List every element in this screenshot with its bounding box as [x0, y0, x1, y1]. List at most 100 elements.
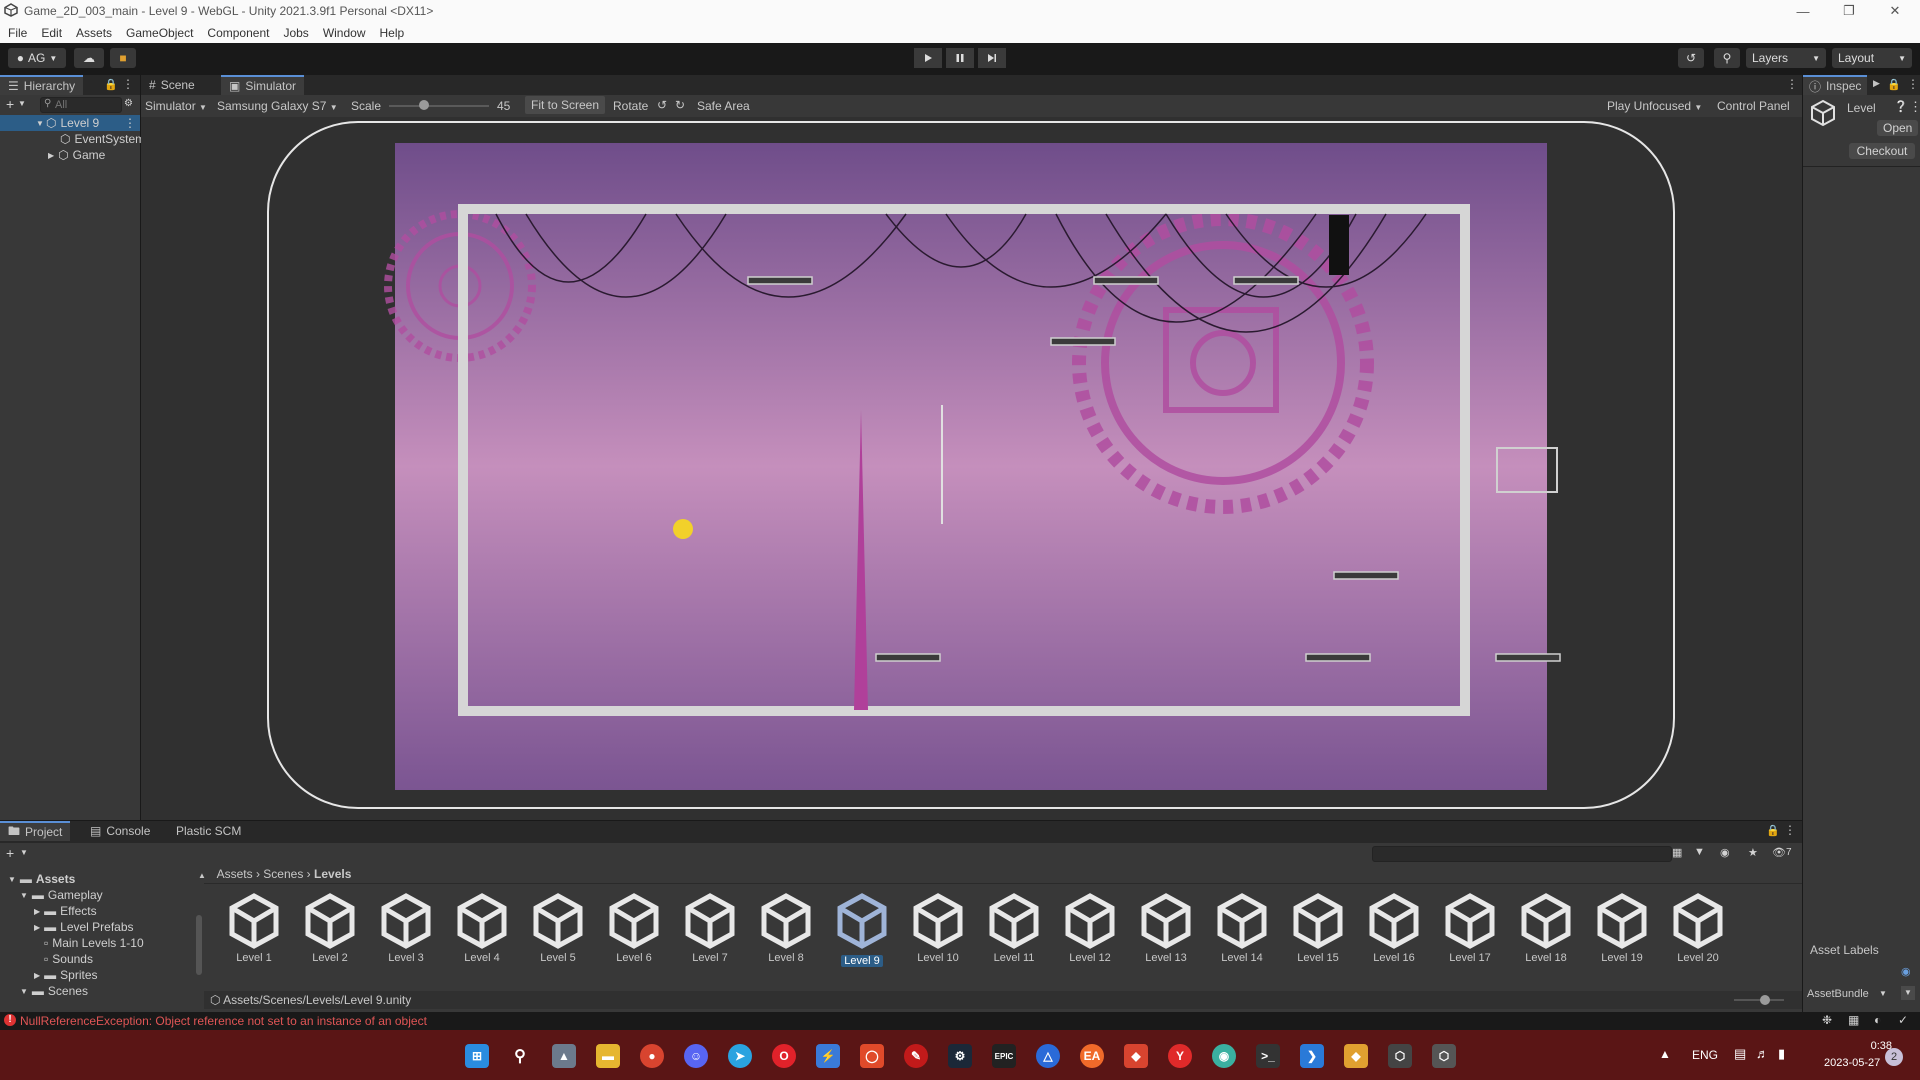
more-icon[interactable]: ⋮ [1786, 77, 1798, 91]
fit-to-screen-button[interactable]: Fit to Screen [525, 96, 606, 114]
cache-icon[interactable]: ▦ [1848, 1013, 1859, 1027]
scale-slider-thumb[interactable] [419, 100, 429, 110]
safe-area-toggle[interactable]: Safe Area [697, 99, 750, 113]
add-icon[interactable]: + [6, 96, 14, 112]
tree-item-effects[interactable]: ▶ ▬ Effects [34, 903, 97, 919]
discord-icon[interactable]: ☺ [684, 1044, 708, 1068]
app-icon[interactable]: ✎ [904, 1044, 928, 1068]
vscode-icon[interactable]: ❯ [1300, 1044, 1324, 1068]
layout-dropdown[interactable]: Layout ▼ [1832, 48, 1912, 68]
pause-button[interactable] [946, 48, 974, 68]
game-view[interactable] [266, 120, 1676, 823]
opera-icon[interactable]: O [772, 1044, 796, 1068]
account-dropdown[interactable]: ● AG ▼ [8, 48, 66, 68]
more-icon[interactable]: ⋮ [124, 116, 136, 130]
asset-item[interactable]: Level 15 [1284, 893, 1352, 964]
battery-icon[interactable]: ▮ [1778, 1046, 1785, 1062]
menu-help[interactable]: Help [380, 26, 405, 40]
clock-time[interactable]: 0:38 [1830, 1040, 1892, 1052]
chevron-down-icon[interactable]: ▼ [18, 99, 26, 108]
language-indicator[interactable]: ENG [1692, 1048, 1718, 1062]
tab-inspector[interactable]: ⓘ Inspec [1803, 75, 1868, 95]
tab-project[interactable]: 🖿 Project [0, 821, 71, 841]
tree-item-main-levels[interactable]: ▫ Main Levels 1-10 [44, 935, 144, 951]
tree-item-scenes[interactable]: ▼ ▬ Scenes [20, 983, 88, 999]
asset-item[interactable]: Level 11 [980, 893, 1048, 964]
chevron-down-icon[interactable]: ▼ [20, 987, 28, 996]
tree-item-sounds[interactable]: ▫ Sounds [44, 951, 93, 967]
more-icon[interactable]: ⋮ [1909, 99, 1920, 115]
hierarchy-search-input[interactable] [40, 97, 122, 113]
asset-item[interactable]: Level 5 [524, 893, 592, 964]
menu-assets[interactable]: Assets [76, 26, 112, 40]
asset-item[interactable]: Level 2 [296, 893, 364, 964]
rotate-right-icon[interactable]: ↻ [675, 98, 685, 112]
chevron-up-icon[interactable]: ▲ [1659, 1047, 1671, 1061]
lock-icon[interactable]: 🔒 [1887, 78, 1901, 91]
chevron-down-icon[interactable]: ▼ [36, 119, 44, 128]
app-icon[interactable]: △ [1036, 1044, 1060, 1068]
play-mode-dropdown[interactable]: Play Unfocused ▼ [1607, 99, 1702, 113]
tree-item-gameplay[interactable]: ▼ ▬ Gameplay [20, 887, 103, 903]
search-by-type-icon[interactable]: ▦ [1672, 846, 1682, 859]
tab-scene[interactable]: # Scene [141, 75, 203, 95]
launcher-icon[interactable]: ⚡ [816, 1044, 840, 1068]
chevron-down-icon[interactable]: ▼ [20, 848, 28, 857]
notification-badge[interactable]: 2 [1885, 1048, 1903, 1066]
epic-games-icon[interactable]: EPIC [992, 1044, 1016, 1068]
simulator-mode-dropdown[interactable]: Simulator ▼ [145, 99, 207, 113]
breadcrumb-assets[interactable]: Assets [217, 867, 253, 881]
collab-button[interactable]: ■ [110, 48, 136, 68]
unity-hub-icon[interactable]: ⬡ [1388, 1044, 1412, 1068]
asset-item[interactable]: Level 17 [1436, 893, 1504, 964]
rotate-left-icon[interactable]: ↺ [657, 98, 667, 112]
yandex-icon[interactable]: Y [1168, 1044, 1192, 1068]
tab-hierarchy[interactable]: ☰ Hierarchy [0, 75, 84, 95]
asset-item[interactable]: Level 6 [600, 893, 668, 964]
asset-item[interactable]: Level 9 [828, 893, 896, 967]
hierarchy-item-eventsystem[interactable]: ⬡ EventSystem [0, 131, 145, 147]
chevron-right-icon[interactable]: ▶ [1873, 78, 1880, 89]
app-icon[interactable]: ◉ [1212, 1044, 1236, 1068]
search-icon[interactable]: ⚲ [508, 1044, 532, 1068]
project-search-input[interactable] [1372, 846, 1672, 862]
git-icon[interactable]: ◆ [1344, 1044, 1368, 1068]
lock-icon[interactable]: 🔒 [1766, 824, 1780, 837]
tab-console[interactable]: ▤ Console [82, 821, 158, 841]
more-icon[interactable]: ⋮ [122, 77, 134, 91]
menu-file[interactable]: File [8, 26, 27, 40]
zoom-slider-thumb[interactable] [1760, 995, 1770, 1005]
tag-icon[interactable]: ◉ [1720, 846, 1730, 859]
filter-icon[interactable]: ⚙ [124, 98, 133, 109]
scale-slider-track[interactable] [389, 105, 489, 107]
app-icon[interactable]: ◆ [1124, 1044, 1148, 1068]
asset-item[interactable]: Level 13 [1132, 893, 1200, 964]
control-panel-button[interactable]: Control Panel [1717, 99, 1790, 113]
asset-item[interactable]: Level 7 [676, 893, 744, 964]
cloud-button[interactable]: ☁ [74, 48, 104, 68]
chevron-down-icon[interactable]: ▼ [20, 891, 28, 900]
asset-item[interactable]: Level 18 [1512, 893, 1580, 964]
app-icon[interactable]: ◯ [860, 1044, 884, 1068]
debug-icon[interactable]: ❉ [1822, 1013, 1832, 1027]
chrome-icon[interactable]: ● [640, 1044, 664, 1068]
lock-icon[interactable]: 🔒 [104, 78, 118, 91]
asset-item[interactable]: Level 14 [1208, 893, 1276, 964]
ea-icon[interactable]: EA [1080, 1044, 1104, 1068]
network-icon[interactable]: ▤ [1734, 1046, 1746, 1062]
tree-scrollbar[interactable] [196, 915, 202, 975]
zoom-slider-track[interactable] [1734, 999, 1784, 1001]
close-button[interactable]: ✕ [1872, 0, 1918, 22]
chevron-right-icon[interactable]: ▶ [34, 923, 40, 932]
layers-dropdown[interactable]: Layers ▼ [1746, 48, 1826, 68]
asset-item[interactable]: Level 4 [448, 893, 516, 964]
steam-icon[interactable]: ⚙ [948, 1044, 972, 1068]
asset-item[interactable]: Level 8 [752, 893, 820, 964]
chevron-down-icon[interactable]: ▼ [8, 875, 16, 884]
tab-simulator[interactable]: ▣ Simulator [221, 75, 305, 95]
file-explorer-icon[interactable]: ▬ [596, 1044, 620, 1068]
chevron-right-icon[interactable]: ▶ [34, 907, 40, 916]
asset-item[interactable]: Level 19 [1588, 893, 1656, 964]
hierarchy-item-level9[interactable]: ▼ ⬡ Level 9 ⋮ [0, 115, 140, 131]
search-button[interactable]: ⚲ [1714, 48, 1740, 68]
